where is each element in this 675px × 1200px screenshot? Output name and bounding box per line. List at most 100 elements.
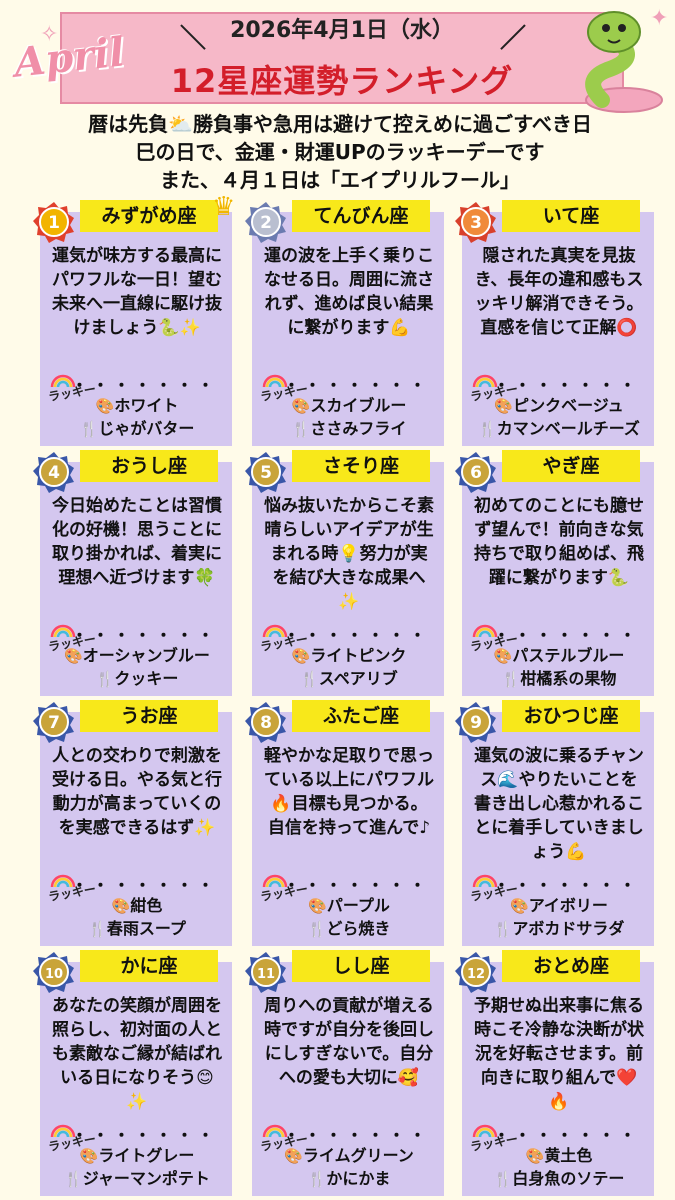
fortune-text: 軽やかな足取りで思っている以上にパワフル🔥目標も見つかる。自信を持って進んで♪ — [264, 746, 434, 838]
rank-number: 1 — [48, 213, 60, 233]
lucky-color: スカイブルー — [310, 396, 407, 415]
lucky-food: スペアリブ — [318, 669, 398, 688]
lucky-color: ライムグリーン — [302, 1146, 414, 1165]
intro-line-2: 巳の日で、金運・財運UPのラッキーデーです — [135, 140, 545, 164]
palette-icon: 🎨 — [493, 647, 513, 665]
ranking-card: 4 おうし座今日始めたことは習慣化の好機！思うことに取り掛かれば、着実に理想へ近づ… — [33, 450, 232, 696]
intro-text: 暦は先負⛅勝負事や急用は避けて控えめに過ごすべき日 巳の日で、金運・財運UPのラ… — [30, 110, 650, 194]
lucky-color: オーシャンブルー — [82, 646, 210, 665]
palette-icon: 🎨 — [291, 647, 311, 665]
lucky-color: アイボリー — [528, 896, 608, 915]
palette-icon: 🎨 — [111, 897, 131, 915]
lucky-color: ホワイト — [114, 396, 179, 415]
rank-badge-icon: 10 — [33, 952, 74, 993]
fortune-text: 隠された真実を見抜き、長年の違和感もスッキリ解消できそう。直感を信じて正解⭕ — [474, 246, 644, 338]
dot-divider: ・・・・・・・ — [71, 1126, 219, 1145]
palette-icon: 🎨 — [525, 1147, 545, 1165]
intro-line-1: 暦は先負⛅勝負事や急用は避けて控えめに過ごすべき日 — [88, 112, 592, 136]
lucky-color: パステルブルー — [512, 646, 625, 665]
sign-name: てんびん座 — [292, 200, 430, 232]
lucky-food-row: 🍴春雨スープ — [44, 918, 230, 940]
ranking-card: 9 おひつじ座運気の波に乗るチャンス🌊やりたいことを書き出し心惹かれることに着手し… — [455, 700, 654, 946]
lucky-food-row: 🍴ジャーマンポテト — [44, 1168, 230, 1190]
lucky-food-row: 🍴どら焼き — [256, 918, 442, 940]
intro-line-3: また、４月１日は「エイプリルフール」 — [160, 168, 520, 192]
lucky-color-row: 🎨ライトグレー — [44, 1145, 230, 1167]
fork-knife-icon: 🍴 — [291, 420, 311, 438]
lucky-color: パープル — [326, 896, 390, 915]
lucky-food-row: 🍴カマンベールチーズ — [466, 418, 652, 440]
fork-knife-icon: 🍴 — [95, 670, 115, 688]
ranking-card: 8 ふたご座 軽やかな足取りで思っている以上にパワフル🔥目標も見つかる。自信を持って… — [245, 700, 444, 946]
palette-icon: 🎨 — [79, 1147, 99, 1165]
crown-icon: ♛ — [212, 192, 236, 222]
sign-name: やぎ座 — [502, 450, 640, 482]
rank-number: 7 — [48, 713, 60, 733]
fortune-text: 今日始めたことは習慣化の好機！思うことに取り掛かれば、着実に理想へ近づけます🍀 — [52, 496, 222, 588]
rank-number: 10 — [45, 967, 63, 982]
lucky-food-row: 🍴じゃがバター — [44, 418, 230, 440]
lucky-food: どら焼き — [326, 919, 391, 938]
fortune-text: 初めてのことにも臆せず望んで！前向きな気持ちで取り組めば、飛躍に繋がります🐍 — [474, 496, 644, 588]
lucky-color-row: 🎨ピンクベージュ — [466, 395, 652, 417]
dot-divider: ・・・・・・・ — [493, 1126, 641, 1145]
rank-badge-icon: 1 — [33, 202, 74, 243]
fortune-text: 周りへの貢献が増える時ですが自分を後回しにしすぎないで。自分への愛も大切に🥰 — [264, 996, 434, 1088]
fork-knife-icon: 🍴 — [307, 1170, 327, 1188]
lucky-color-row: 🎨オーシャンブルー — [44, 645, 230, 667]
rank-number: 6 — [470, 463, 482, 483]
rank-number: 8 — [260, 713, 272, 733]
fork-knife-icon: 🍴 — [64, 1170, 83, 1188]
dot-divider: ・・・・・・・ — [493, 876, 641, 895]
lucky-food-row: 🍴かにかま — [256, 1168, 442, 1190]
lucky-color: 黄土色 — [544, 1146, 593, 1165]
rank-number: 3 — [470, 213, 482, 233]
lucky-food-row: 🍴クッキー — [44, 668, 230, 690]
lucky-color-row: 🎨黄土色 — [466, 1145, 652, 1167]
ranking-card: 5 さそり座 悩み抜いたからこそ素晴らしいアイデアが生まれる時💡努力が実を結び大きな… — [245, 450, 444, 696]
lucky-color-row: 🎨パープル — [256, 895, 442, 917]
sign-name: おうし座 — [80, 450, 218, 482]
lucky-food: ジャーマンポテト — [82, 1169, 210, 1188]
palette-icon: 🎨 — [494, 397, 514, 415]
lucky-color-row: 🎨アイボリー — [466, 895, 652, 917]
rank-number: 2 — [260, 213, 272, 233]
rank-badge-icon: 3 — [455, 202, 496, 243]
ranking-card: 6 やぎ座初めてのことにも臆せず望んで！前向きな気持ちで取り組めば、飛躍に繋がりま… — [455, 450, 654, 696]
sparkle-icon: ✧ — [40, 22, 59, 47]
fortune-text: 悩み抜いたからこそ素晴らしいアイデアが生まれる時💡努力が実を結び大きな成果へ✨ — [264, 496, 434, 612]
sign-name: しし座 — [292, 950, 430, 982]
date-label: 2026年4月1日（水） — [230, 18, 454, 43]
ranking-card: 11 しし座周りへの貢献が増える時ですが自分を後回しにしすぎないで。自分への愛も大… — [245, 950, 444, 1196]
rank-number: 4 — [48, 463, 60, 483]
rank-badge-icon: 7 — [33, 702, 74, 743]
lucky-food: かにかま — [326, 1169, 391, 1188]
ranking-card: 7 うお座 人との交わりで刺激を受ける日。やる気と行動力が高まっていくのを実感できる… — [33, 700, 232, 946]
sign-name: いて座 — [502, 200, 640, 232]
lucky-color: ライトピンク — [310, 646, 407, 665]
rank-badge-icon: 5 — [245, 452, 286, 493]
fortune-text: 運気の波に乗るチャンス🌊やりたいことを書き出し心惹かれることに着手していきましょ… — [474, 746, 644, 862]
lucky-food: クッキー — [114, 669, 179, 688]
palette-icon: 🎨 — [284, 1147, 303, 1165]
lucky-color-row: 🎨スカイブルー — [256, 395, 442, 417]
lucky-food-row: 🍴柑橘系の果物 — [466, 668, 652, 690]
sign-name: うお座 — [80, 700, 218, 732]
sign-name: おとめ座 — [502, 950, 640, 982]
sign-name: みずがめ座 — [80, 200, 218, 232]
lucky-food: 柑橘系の果物 — [520, 669, 617, 688]
lucky-food: じゃがバター — [98, 419, 195, 438]
rank-number: 11 — [257, 967, 275, 982]
sign-name: おひつじ座 — [502, 700, 640, 732]
lucky-food-row: 🍴ささみフライ — [256, 418, 442, 440]
ranking-card: 1 みずがめ座 ♛ 運気が味方する最高にパワフルな一日！望む未来へ一直線に駆け抜けまし… — [33, 192, 235, 446]
fortune-text: 予期せぬ出来事に焦る時こそ冷静な決断が状況を好転させます。前向きに取り組んで❤️… — [474, 996, 644, 1112]
lucky-food: ささみフライ — [310, 419, 407, 438]
ranking-card: 2 てんびん座 運の波を上手く乗りこなせる日。周囲に流されず、進めば良い結果に繋がり… — [245, 200, 444, 446]
lucky-food: 白身魚のソテー — [512, 1169, 625, 1188]
rank-badge-icon: 9 — [455, 702, 496, 743]
ranking-card: 12 おとめ座 予期せぬ出来事に焦る時こそ冷静な決断が状況を好転させます。前向きに取… — [455, 950, 654, 1196]
rank-badge-icon: 6 — [455, 452, 496, 493]
dot-divider: ・・・・・・・ — [283, 376, 431, 395]
lucky-color: ライトグレー — [98, 1146, 195, 1165]
